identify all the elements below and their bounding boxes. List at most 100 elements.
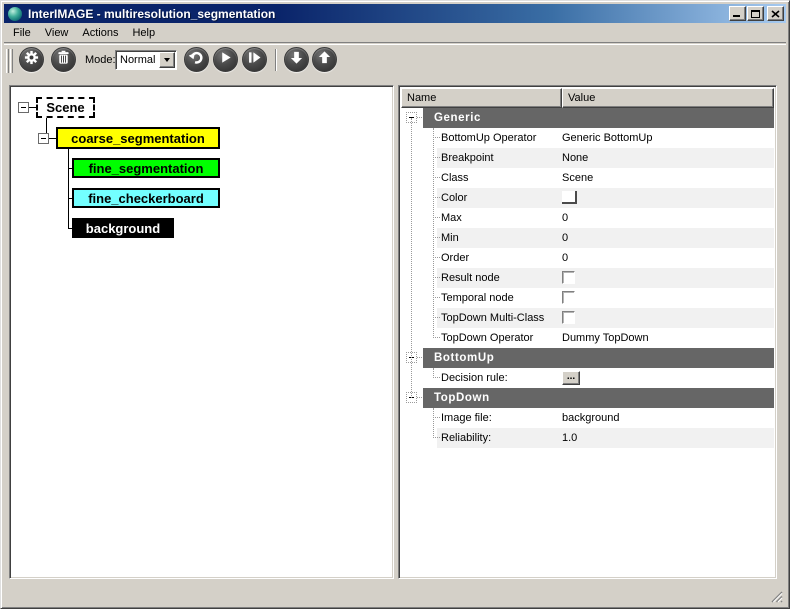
tree-dotted-connector	[433, 177, 440, 178]
toolbar-grip[interactable]	[6, 49, 9, 73]
property-checkbox[interactable]	[562, 291, 575, 304]
titlebar[interactable]: InterIMAGE - multiresolution_segmentatio…	[4, 4, 786, 23]
tree-connector	[29, 107, 36, 108]
property-row: TopDown Multi-Class	[401, 308, 774, 328]
row-background	[437, 208, 774, 228]
download-button[interactable]	[284, 47, 309, 72]
minimize-button[interactable]	[729, 6, 746, 21]
mode-dropdown-button[interactable]	[159, 52, 175, 68]
row-background	[437, 248, 774, 268]
property-row: Max 0	[401, 208, 774, 228]
property-checkbox[interactable]	[562, 311, 575, 324]
row-background	[437, 168, 774, 188]
tree-node-background[interactable]: background	[72, 218, 174, 238]
mode-label: Mode:	[85, 54, 116, 66]
toolbar-grip[interactable]	[10, 49, 13, 73]
section-row-bottomup: BottomUp	[401, 348, 774, 368]
property-row: Color	[401, 188, 774, 208]
chevron-down-icon	[164, 58, 170, 62]
section-title: BottomUp	[423, 348, 774, 368]
property-name: TopDown Multi-Class	[441, 312, 544, 324]
step-button[interactable]	[242, 47, 267, 72]
window-controls	[728, 6, 784, 21]
app-window: InterIMAGE - multiresolution_segmentatio…	[0, 0, 790, 609]
tree-dotted-connector	[433, 437, 440, 438]
property-checkbox[interactable]	[562, 271, 575, 284]
property-value: Dummy TopDown	[562, 332, 649, 344]
tree-canvas: Scene coarse_segmentation fine_segmentatio…	[12, 88, 391, 576]
mode-dropdown-value: Normal	[116, 51, 159, 69]
tree-dotted-connector	[433, 337, 440, 338]
property-value: 0	[562, 212, 568, 224]
row-background	[437, 188, 774, 208]
back-button[interactable]	[184, 47, 209, 72]
property-row: ClassScene	[401, 168, 774, 188]
maximize-button[interactable]	[747, 6, 764, 21]
semantic-tree-panel: Scene coarse_segmentation fine_segmentatio…	[9, 85, 394, 579]
tree-connector	[68, 149, 69, 229]
property-row: TopDown Operator Dummy TopDown	[401, 328, 774, 348]
mode-dropdown[interactable]: Normal	[115, 50, 177, 70]
tree-node-scene[interactable]: Scene	[36, 97, 95, 118]
tree-dotted-connector	[433, 217, 440, 218]
property-name: Order	[441, 252, 469, 264]
tree-node-coarse_segmentation[interactable]: coarse_segmentation	[56, 127, 220, 149]
row-background	[437, 228, 774, 248]
property-name: Temporal node	[441, 292, 514, 304]
close-button[interactable]	[767, 6, 784, 21]
property-panel: Name Value GenericBottomUp OperatorGener…	[398, 85, 777, 579]
tree-dotted-connector	[433, 257, 440, 258]
app-icon	[8, 7, 22, 21]
property-name: Max	[441, 212, 462, 224]
tree-collapse-toggle[interactable]	[18, 102, 29, 113]
property-row: BreakpointNone	[401, 148, 774, 168]
window-title: InterIMAGE - multiresolution_segmentatio…	[28, 7, 275, 21]
tree-dotted-connector	[411, 118, 412, 398]
resize-grip-icon[interactable]	[769, 589, 783, 603]
menu-item-view[interactable]: View	[45, 27, 69, 39]
tree-node-fine_segmentation[interactable]: fine_segmentation	[72, 158, 220, 178]
property-name: Color	[441, 192, 467, 204]
upload-icon	[317, 50, 332, 70]
run-button[interactable]	[213, 47, 238, 72]
property-name: BottomUp Operator	[441, 132, 536, 144]
column-header-name[interactable]: Name	[401, 88, 562, 108]
settings-button[interactable]	[19, 47, 44, 72]
tree-dotted-connector	[433, 157, 440, 158]
tree-node-fine_checkerboard[interactable]: fine_checkerboard	[72, 188, 220, 208]
property-row: Min0	[401, 228, 774, 248]
property-name: Result node	[441, 272, 500, 284]
tree-dotted-connector	[433, 197, 440, 198]
toolbar: Mode: Normal	[4, 44, 786, 81]
tree-dotted-connector	[433, 317, 440, 318]
property-name: TopDown Operator	[441, 332, 533, 344]
property-table-body: GenericBottomUp OperatorGeneric BottomUp…	[401, 108, 774, 576]
property-row: Result node	[401, 268, 774, 288]
property-row: BottomUp OperatorGeneric BottomUp	[401, 128, 774, 148]
tree-dotted-connector	[433, 297, 440, 298]
column-header-value[interactable]: Value	[562, 88, 774, 108]
property-row: Reliability:1.0	[401, 428, 774, 448]
menubar: File View Actions Help	[4, 24, 786, 43]
minimize-icon	[733, 15, 740, 17]
tree-collapse-toggle[interactable]	[38, 133, 49, 144]
section-row-topdown: TopDown	[401, 388, 774, 408]
property-name: Class	[441, 172, 469, 184]
menu-item-help[interactable]: Help	[132, 27, 155, 39]
color-swatch[interactable]	[562, 191, 577, 204]
property-name: Breakpoint	[441, 152, 494, 164]
property-row: Decision rule:...	[401, 368, 774, 388]
tree-dotted-connector	[433, 137, 440, 138]
menu-item-actions[interactable]: Actions	[82, 27, 118, 39]
download-icon	[289, 50, 304, 70]
back-icon	[189, 50, 204, 70]
statusbar	[4, 580, 786, 605]
run-icon	[218, 50, 233, 70]
table-header: Name Value	[401, 88, 774, 108]
section-title: Generic	[423, 108, 774, 128]
browse-button[interactable]: ...	[562, 371, 580, 385]
property-value: 0	[562, 232, 568, 244]
menu-item-file[interactable]: File	[13, 27, 31, 39]
delete-button[interactable]	[51, 47, 76, 72]
upload-button[interactable]	[312, 47, 337, 72]
